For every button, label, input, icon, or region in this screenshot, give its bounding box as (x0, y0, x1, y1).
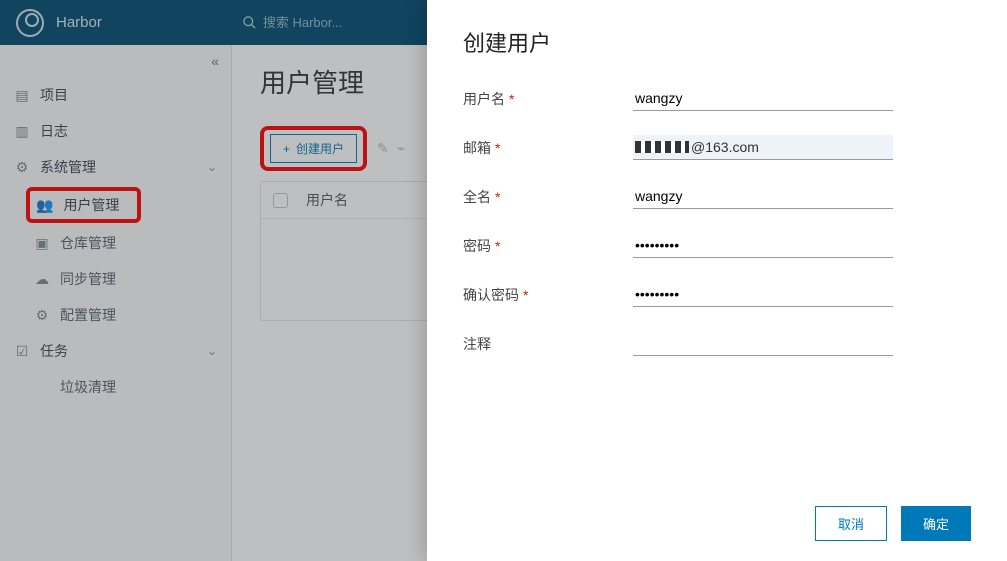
input-email[interactable]: @163.com (633, 135, 893, 160)
label-fullname: 全名* (463, 187, 633, 207)
input-username[interactable] (633, 86, 893, 111)
input-password[interactable] (633, 233, 893, 258)
input-fullname[interactable] (633, 184, 893, 209)
email-suffix: @163.com (691, 139, 759, 155)
label-password: 密码* (463, 236, 633, 256)
input-comment[interactable] (633, 331, 893, 356)
redacted-email-prefix (635, 141, 689, 153)
confirm-button[interactable]: 确定 (901, 506, 971, 541)
label-username: 用户名* (463, 89, 633, 109)
label-comment: 注释 (463, 334, 633, 354)
cancel-button[interactable]: 取消 (815, 506, 887, 541)
label-email: 邮箱* (463, 138, 633, 158)
input-confirm-password[interactable] (633, 282, 893, 307)
create-user-modal: 创建用户 用户名* 邮箱* @163.com 全名* 密码* 确认密码* (427, 0, 1007, 561)
label-confirm-password: 确认密码* (463, 285, 633, 305)
modal-footer: 取消 确定 (463, 506, 971, 541)
modal-title: 创建用户 (463, 26, 971, 58)
